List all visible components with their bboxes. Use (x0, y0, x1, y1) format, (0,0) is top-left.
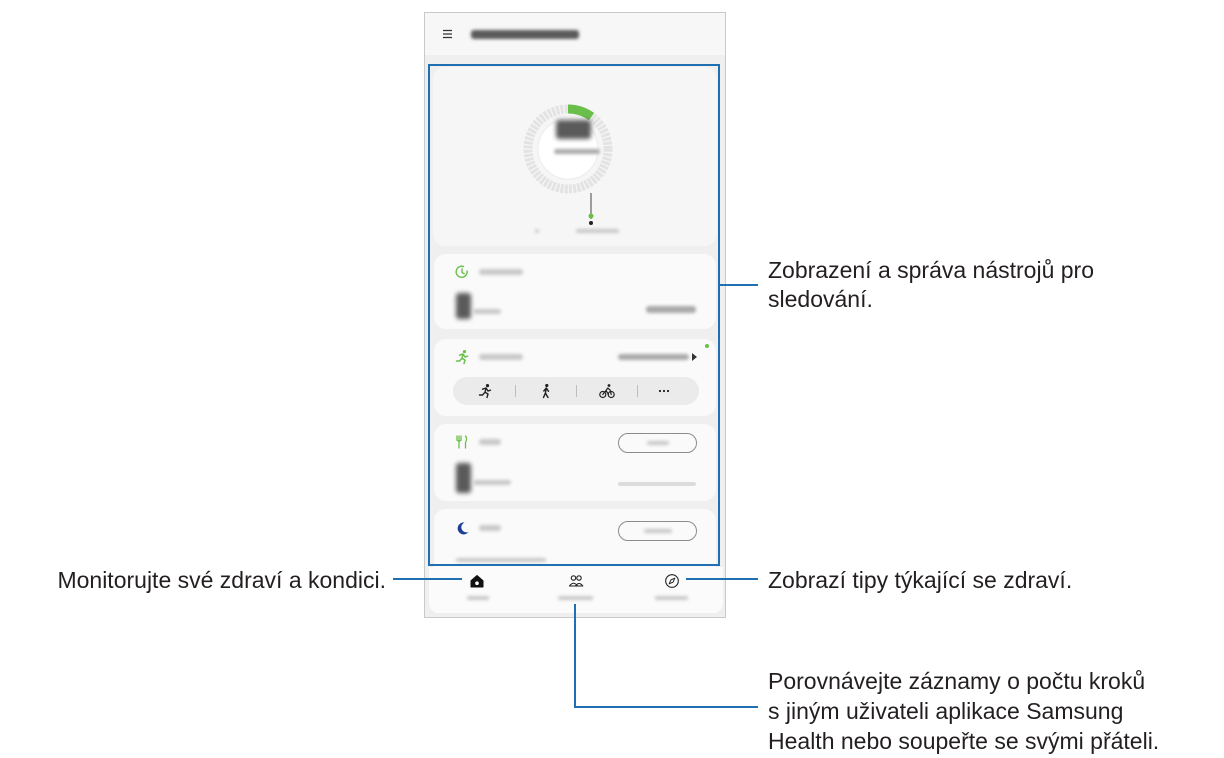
app-bar (425, 13, 725, 55)
callout-home: Monitorujte své zdraví a kondici. (57, 567, 386, 593)
app-title-blurred (471, 30, 579, 39)
callout-together-line1: Porovnávejte záznamy o počtu kroků (768, 668, 1146, 694)
callout-together-line3: Health nebo soupeřte se svými přáteli. (768, 728, 1160, 754)
callout-line-trackers (720, 284, 758, 286)
home-icon[interactable] (469, 573, 485, 589)
nav-label-blurred (558, 596, 593, 600)
together-icon[interactable] (568, 573, 584, 589)
callout-trackers-line2: sledování. (768, 286, 873, 312)
callout-line-together-horizontal (574, 706, 758, 708)
menu-icon[interactable] (440, 26, 456, 42)
nav-label-blurred (655, 596, 688, 600)
callout-trackers-line1: Zobrazení a správa nástrojů pro (768, 257, 1095, 283)
callout-discover: Zobrazí tipy týkající se zdraví. (768, 567, 1073, 593)
callout-together: Porovnávejte záznamy o počtu kroků s jin… (768, 666, 1159, 756)
discover-icon[interactable] (664, 573, 680, 589)
callout-line-home (393, 578, 462, 580)
trackers-highlight-frame (428, 64, 720, 566)
callout-together-line2: s jiným uživateli aplikace Samsung (768, 698, 1124, 724)
callout-line-discover (686, 578, 758, 580)
callout-line-together-vertical (574, 604, 576, 708)
nav-label-blurred (467, 596, 489, 600)
callout-trackers: Zobrazení a správa nástrojů pro sledován… (768, 256, 1094, 314)
bottom-navigation (429, 567, 723, 613)
